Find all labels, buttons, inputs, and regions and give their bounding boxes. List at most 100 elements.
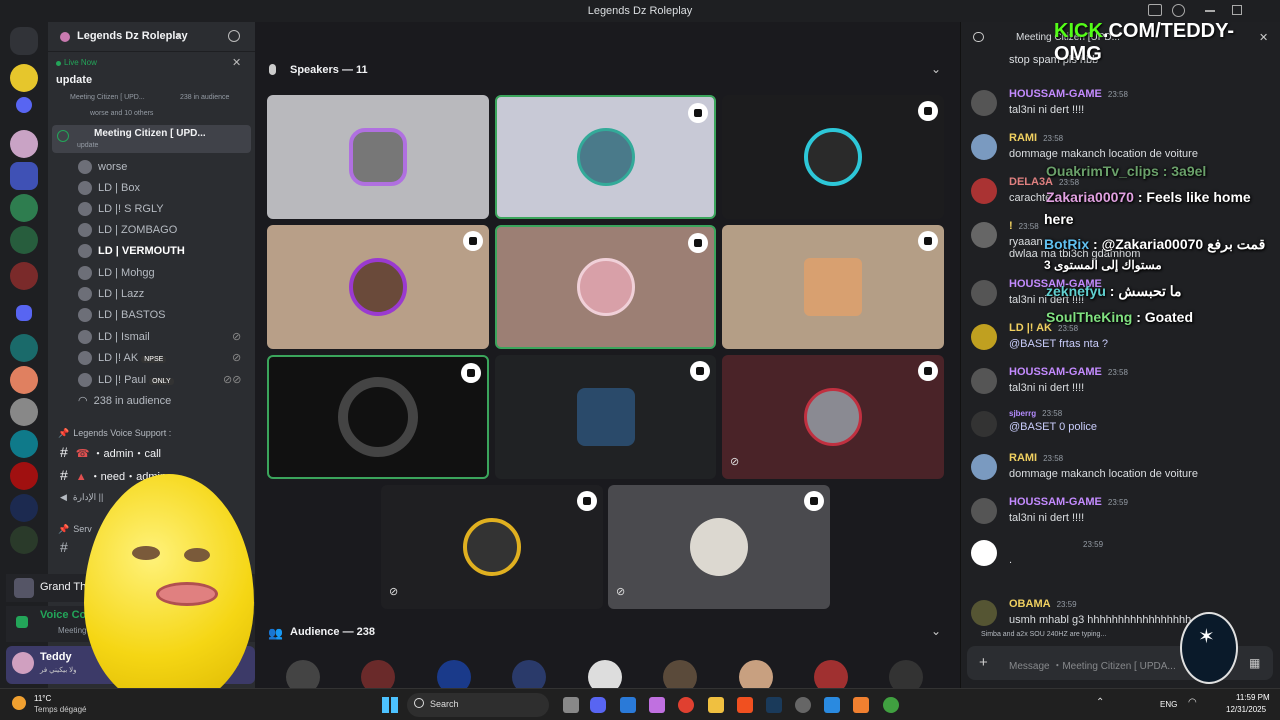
avatar	[78, 373, 92, 388]
server-icon[interactable]	[10, 366, 38, 394]
server-icon[interactable]	[10, 430, 38, 458]
apps-icon[interactable]: ▦	[1249, 656, 1260, 670]
channel-admin-call[interactable]: # ☎ ・admin・call	[48, 442, 255, 462]
pin-icon: 📌	[58, 428, 70, 438]
member-row[interactable]: LD | Ismail ⊘	[48, 327, 255, 347]
avatar	[349, 258, 407, 316]
chat-message: RAMI 23:58 dommage makanch location de voi…	[961, 450, 1261, 490]
chevron-down-icon: ▾	[176, 30, 181, 40]
speaker-tile[interactable]	[495, 355, 716, 479]
avatar	[804, 258, 862, 316]
avatar	[971, 454, 997, 480]
member-row[interactable]: LD | Lazz	[48, 284, 255, 304]
avatar	[971, 90, 997, 116]
chrome-icon[interactable]	[883, 697, 899, 713]
vscode-icon[interactable]	[824, 697, 840, 713]
weather-icon[interactable]	[12, 696, 26, 710]
wifi-icon[interactable]: ◠	[1188, 697, 1197, 708]
speaker-tile[interactable]	[267, 355, 489, 479]
eye	[184, 548, 210, 562]
live-event-card[interactable]: Live Now ✕ update Meeting Citizen [ UPD.…	[52, 55, 251, 121]
chat-message: HOUSSAM-GAME 23:58 tal3ni ni dert !!!!	[961, 86, 1261, 126]
server-header[interactable]: Legends Dz Roleplay ▾	[48, 22, 255, 52]
member-row[interactable]: LD | BASTOS	[48, 305, 255, 325]
inbox-icon[interactable]	[1148, 4, 1162, 16]
member-row[interactable]: LD | ZOMBAGO	[48, 220, 255, 240]
speaker-tile[interactable]	[495, 95, 716, 219]
app-icon[interactable]	[853, 697, 869, 713]
copilot-icon[interactable]	[649, 697, 665, 713]
tray-chevron-icon[interactable]: ⌃	[1096, 697, 1104, 708]
close-icon[interactable]: ✕	[232, 56, 241, 69]
speaker-tile[interactable]: ⊘	[722, 355, 944, 479]
stage-channel-item[interactable]: Meeting Citizen [ UPD... update	[52, 125, 251, 153]
avatar	[78, 287, 92, 302]
server-icon[interactable]	[10, 64, 38, 92]
avatar	[78, 351, 92, 366]
server-icon[interactable]	[10, 526, 38, 554]
collapse-speakers-icon[interactable]: ⌄	[931, 62, 941, 76]
microphone-icon	[269, 64, 276, 75]
add-user-icon[interactable]	[228, 30, 240, 42]
mail-icon[interactable]	[620, 697, 636, 713]
search-icon	[414, 698, 424, 708]
server-icon[interactable]	[10, 226, 38, 254]
speaker-tile[interactable]	[495, 225, 716, 349]
category-header[interactable]: 📌 Legends Voice Support :	[48, 423, 255, 443]
member-row[interactable]: LD | Mohgg	[48, 263, 255, 283]
avatar	[971, 178, 997, 204]
avatar	[804, 388, 862, 446]
folder-icon[interactable]	[708, 697, 724, 713]
help-icon[interactable]	[1172, 4, 1185, 17]
maximize-icon[interactable]	[1232, 5, 1242, 15]
task-view-icon[interactable]	[563, 697, 579, 713]
speaker-tile[interactable]	[722, 95, 944, 219]
member-row[interactable]: worse	[48, 157, 255, 177]
weather-temp: 11°C	[34, 694, 52, 703]
steam-icon[interactable]	[766, 697, 782, 713]
start-icon[interactable]	[382, 697, 398, 713]
member-row[interactable]: LD |! AK NPSE ⊘	[48, 348, 255, 368]
audience-row[interactable]: ◠ 238 in audience	[48, 391, 255, 411]
member-row[interactable]: LD | VERMOUTH	[48, 241, 255, 261]
avatar	[971, 411, 997, 437]
add-attachment-icon[interactable]: +	[979, 654, 988, 671]
server-icon[interactable]	[10, 494, 38, 522]
server-icon[interactable]	[10, 334, 38, 362]
brave-icon[interactable]	[737, 697, 753, 713]
server-icon[interactable]	[10, 130, 38, 158]
speaker-tile[interactable]	[267, 225, 489, 349]
speaker-tile[interactable]: ⊘	[608, 485, 830, 609]
server-icon[interactable]	[10, 398, 38, 426]
clock-time[interactable]: 11:59 PM	[1236, 693, 1270, 702]
server-icon[interactable]	[10, 262, 38, 290]
server-icon[interactable]	[10, 162, 38, 190]
member-row[interactable]: LD |! Paul ONLY ⊘⊘	[48, 370, 255, 390]
speaker-tile[interactable]: ⊘	[381, 485, 603, 609]
discord-icon[interactable]	[590, 697, 606, 713]
folder-icon[interactable]	[16, 305, 32, 321]
member-row[interactable]: LD |! S RGLY	[48, 199, 255, 219]
server-icon[interactable]	[10, 194, 38, 222]
chrome-icon[interactable]	[678, 697, 694, 713]
moderator-icon	[804, 491, 824, 511]
search-box[interactable]: Search	[407, 693, 549, 717]
clock-date[interactable]: 12/31/2025	[1226, 705, 1266, 714]
collapse-audience-icon[interactable]: ⌄	[931, 624, 941, 638]
app-icon[interactable]	[795, 697, 811, 713]
member-row[interactable]: LD | Box	[48, 178, 255, 198]
server-icon[interactable]	[10, 462, 38, 490]
event-attendees: worse and 10 others	[90, 110, 154, 117]
stage-channel-sub: update	[77, 142, 99, 149]
event-channel: Meeting Citizen [ UPD...	[70, 94, 145, 101]
avatar	[576, 388, 635, 446]
language-indicator[interactable]: ENG	[1160, 700, 1177, 709]
avatar	[690, 518, 748, 576]
speaker-tile[interactable]	[722, 225, 944, 349]
taskbar: 11°C Temps dégagé Search ⌃ ENG ◠ 11:59 P…	[0, 688, 1280, 720]
headphones-icon: ◠	[78, 395, 88, 407]
home-icon[interactable]	[10, 27, 38, 55]
folder-icon[interactable]	[16, 97, 32, 113]
minimize-icon[interactable]	[1205, 10, 1215, 12]
speaker-tile[interactable]	[267, 95, 489, 219]
